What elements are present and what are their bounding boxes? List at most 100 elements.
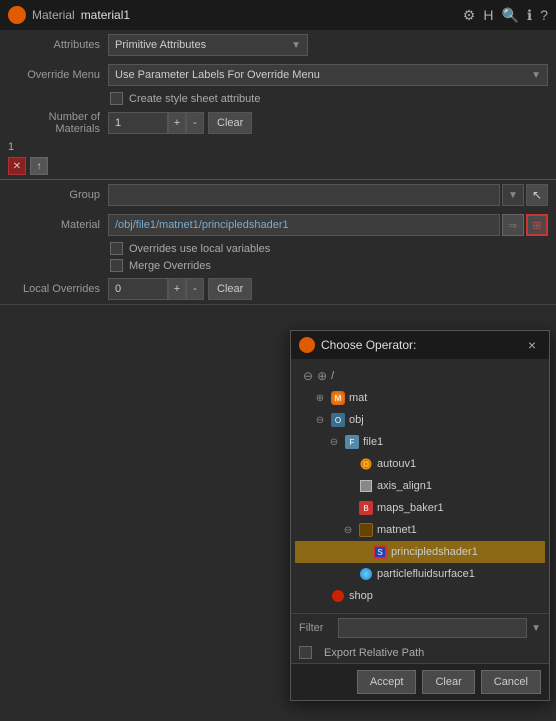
tree-container: ⊖ ⊕ / ⊕ M mat ⊖ O obj xyxy=(291,359,549,613)
material-link-btn[interactable]: ⇗ xyxy=(502,214,524,236)
principledshader1-label: principledshader1 xyxy=(391,546,478,558)
clear-button-1[interactable]: Clear xyxy=(208,112,252,134)
autouv1-icon xyxy=(358,456,374,472)
tree-nav-dot[interactable]: ⊕ xyxy=(317,369,327,383)
choose-operator-modal: Choose Operator: × ⊖ ⊕ / ⊕ M mat ⊖ xyxy=(290,330,550,701)
mat-icon: M xyxy=(330,390,346,406)
number-of-materials-label: Number of Materials xyxy=(8,111,108,135)
overrides-local-checkbox[interactable] xyxy=(110,242,123,255)
clear-button-2[interactable]: Clear xyxy=(208,278,252,300)
overrides-local-row: Overrides use local variables xyxy=(0,240,556,257)
particle-expand xyxy=(341,567,355,581)
modal-title-bar: Choose Operator: × xyxy=(291,331,549,359)
number-of-materials-row: Number of Materials + - Clear xyxy=(0,107,556,139)
group-row: Group ▼ ↖ xyxy=(0,180,556,210)
maps-baker1-expand xyxy=(341,501,355,515)
tree-item-obj[interactable]: ⊖ O obj xyxy=(295,409,545,431)
particle-icon xyxy=(358,566,374,582)
mat-expand[interactable]: ⊕ xyxy=(313,391,327,405)
filter-label: Filter xyxy=(299,622,334,634)
local-overrides-input[interactable] xyxy=(108,278,168,300)
tree-item-principledshader1[interactable]: S principledshader1 xyxy=(295,541,545,563)
override-menu-value: Use Parameter Labels For Override Menu xyxy=(115,69,320,81)
index-row: 1 xyxy=(0,139,556,155)
tree-item-file1[interactable]: ⊖ F file1 xyxy=(295,431,545,453)
group-input[interactable] xyxy=(108,184,500,206)
tree-item-particlefluidsurface1[interactable]: particlefluidsurface1 xyxy=(295,563,545,585)
matnet1-label: matnet1 xyxy=(377,524,417,536)
group-dropdown-btn[interactable]: ▼ xyxy=(502,184,524,206)
shop-label: shop xyxy=(349,590,373,602)
tree-item-maps-baker1[interactable]: B maps_baker1 xyxy=(295,497,545,519)
local-increment-button[interactable]: + xyxy=(168,278,186,300)
file1-expand[interactable]: ⊖ xyxy=(327,435,341,449)
remove-row-button[interactable]: ✕ xyxy=(8,157,26,175)
obj-label: obj xyxy=(349,414,364,426)
title-bar: Material material1 ⚙ H 🔍 ℹ ? xyxy=(0,0,556,30)
node-type-label: Material xyxy=(32,8,75,22)
autouv1-label: autouv1 xyxy=(377,458,416,470)
number-of-materials-input[interactable] xyxy=(108,112,168,134)
attributes-row: Attributes Primitive Attributes ▼ xyxy=(0,30,556,60)
obj-icon: O xyxy=(330,412,346,428)
info-icon[interactable]: ℹ xyxy=(527,7,532,24)
attributes-label: Attributes xyxy=(8,39,108,51)
modal-title-text: Choose Operator: xyxy=(321,338,517,352)
search-icon[interactable]: 🔍 xyxy=(501,7,518,24)
create-stylesheet-row: Create style sheet attribute xyxy=(0,90,556,107)
merge-overrides-checkbox[interactable] xyxy=(110,259,123,272)
tree-item-matnet1[interactable]: ⊖ matnet1 xyxy=(295,519,545,541)
material-label: Material xyxy=(8,219,108,231)
material-row: Material ⇗ ⊞ xyxy=(0,210,556,240)
local-overrides-label: Local Overrides xyxy=(8,283,108,295)
particlefluidsurface1-label: particlefluidsurface1 xyxy=(377,568,475,580)
filter-dropdown-arrow[interactable]: ▼ xyxy=(531,623,541,634)
file1-label: file1 xyxy=(363,436,383,448)
decrement-button[interactable]: - xyxy=(186,112,204,134)
matnet1-expand[interactable]: ⊖ xyxy=(341,523,355,537)
modal-footer: Accept Clear Cancel xyxy=(291,663,549,700)
increment-button[interactable]: + xyxy=(168,112,186,134)
attributes-value: Primitive Attributes xyxy=(115,39,206,51)
settings-icon[interactable]: ⚙ xyxy=(463,7,476,24)
material-link-icon: ⇗ xyxy=(505,217,521,233)
tree-nav-back[interactable]: ⊖ xyxy=(303,369,313,383)
axis-align1-expand xyxy=(341,479,355,493)
tree-item-axis-align1[interactable]: axis_align1 xyxy=(295,475,545,497)
filter-input[interactable] xyxy=(338,618,527,638)
question-icon[interactable]: ? xyxy=(540,7,548,23)
material-input[interactable] xyxy=(108,214,500,236)
export-relative-label: Export Relative Path xyxy=(324,647,424,659)
matnet1-icon xyxy=(358,522,374,538)
tree-item-autouv1[interactable]: autouv1 xyxy=(295,453,545,475)
group-dropdown-arrow: ▼ xyxy=(508,190,518,201)
shop-icon xyxy=(330,588,346,604)
modal-clear-button[interactable]: Clear xyxy=(422,670,474,694)
maps-baker1-icon: B xyxy=(358,500,374,516)
create-stylesheet-label: Create style sheet attribute xyxy=(129,93,260,105)
tree-item-mat[interactable]: ⊕ M mat xyxy=(295,387,545,409)
help-icon[interactable]: H xyxy=(483,7,493,23)
modal-icon xyxy=(299,337,315,353)
group-select-btn[interactable]: ↖ xyxy=(526,184,548,206)
principledshader1-icon: S xyxy=(372,544,388,560)
tree-item-shop[interactable]: shop xyxy=(295,585,545,607)
accept-button[interactable]: Accept xyxy=(357,670,417,694)
material-choose-btn[interactable]: ⊞ xyxy=(526,214,548,236)
local-decrement-button[interactable]: - xyxy=(186,278,204,300)
move-row-button[interactable]: ↑ xyxy=(30,157,48,175)
overrides-local-label: Overrides use local variables xyxy=(129,243,270,255)
attributes-dropdown-arrow: ▼ xyxy=(291,40,301,51)
attributes-dropdown[interactable]: Primitive Attributes ▼ xyxy=(108,34,308,56)
override-menu-label: Override Menu xyxy=(8,69,108,81)
obj-expand[interactable]: ⊖ xyxy=(313,413,327,427)
merge-overrides-label: Merge Overrides xyxy=(129,260,211,272)
export-relative-checkbox[interactable] xyxy=(299,646,312,659)
modal-close-button[interactable]: × xyxy=(523,336,541,354)
title-action-icons: ⚙ H 🔍 ℹ ? xyxy=(463,7,548,24)
mat-label: mat xyxy=(349,392,367,404)
create-stylesheet-checkbox[interactable] xyxy=(110,92,123,105)
cancel-button[interactable]: Cancel xyxy=(481,670,541,694)
override-menu-arrow: ▼ xyxy=(531,70,541,81)
override-menu-dropdown[interactable]: Use Parameter Labels For Override Menu ▼ xyxy=(108,64,548,86)
